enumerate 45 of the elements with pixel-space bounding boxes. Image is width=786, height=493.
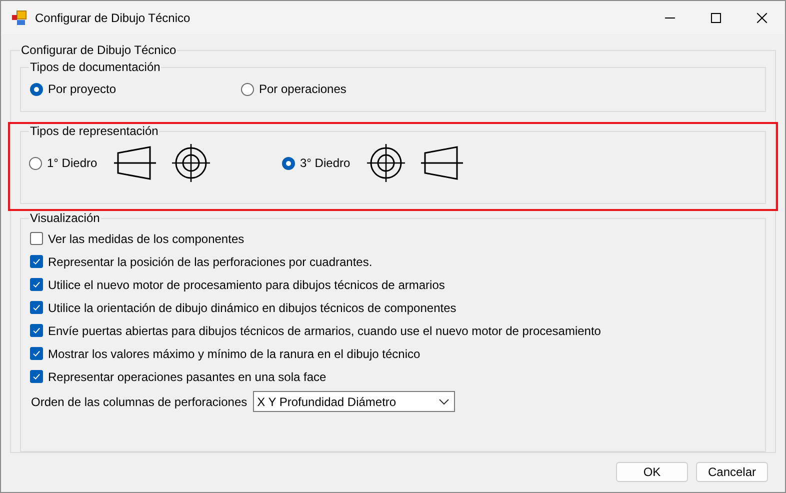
radio-button[interactable] [29, 156, 42, 170]
checkbox[interactable] [30, 278, 43, 291]
checkbox[interactable] [30, 255, 43, 268]
checkbox[interactable] [30, 301, 43, 314]
radio-label: Por proyecto [48, 81, 116, 98]
check-icon [32, 280, 41, 289]
radio-button[interactable] [282, 156, 295, 170]
checkbox[interactable] [30, 347, 43, 360]
side-view-drawing [421, 146, 463, 180]
radio-button[interactable] [30, 82, 43, 96]
check-icon [32, 257, 41, 266]
checkbox[interactable] [30, 232, 43, 245]
radio-label: 1° Diedro [47, 155, 98, 172]
checkbox-label: Utilice el nuevo motor de procesamiento para dibujos técnicos de armarios [48, 276, 445, 294]
check-icon [32, 349, 41, 358]
checkbox-label: Utilice la orientación de dibujo dinámico en dibujos técnicos de componentes [48, 300, 456, 316]
checkbox-label: Ver las medidas de los componentes [48, 230, 244, 248]
front-view-drawing [367, 144, 405, 182]
front-view-drawing [172, 144, 210, 182]
check-icon [32, 303, 41, 312]
chevron-down-icon [439, 398, 450, 404]
dialog-button[interactable]: OK [616, 462, 688, 482]
checkbox-label: Mostrar los valores máximo y mínimo de la ranura en el dibujo técnico [48, 346, 420, 362]
dropdown[interactable]: X Y Profundidad Diámetro [253, 391, 456, 412]
checkbox-label: Representar la posición de las perforaciones por cuadrantes. [48, 254, 372, 270]
check-icon [32, 372, 41, 381]
radio-label: 3° Diedro [300, 155, 350, 172]
group-title: Configurar de Dibujo Técnico [20, 43, 178, 57]
app-icon [11, 10, 27, 26]
window-title: Configurar de Dibujo Técnico [35, 10, 190, 26]
dialog-button[interactable]: Cancelar [696, 462, 768, 482]
checkbox-label: Envíe puertas abiertas para dibujos técnicos de armarios, cuando use el nuevo motor de procesamiento [48, 322, 601, 340]
group-title: Tipos de documentación [29, 60, 162, 74]
close-icon [757, 12, 767, 22]
checkbox[interactable] [30, 370, 43, 383]
side-view-drawing [114, 146, 156, 180]
maximize-icon [711, 12, 721, 22]
check-icon [32, 326, 41, 335]
radio-button[interactable] [241, 82, 254, 96]
checkbox-label: Representar operaciones pasantes en una sola face [48, 368, 326, 386]
radio-label: Por operaciones [259, 81, 346, 98]
checkbox[interactable] [30, 324, 43, 337]
group-title: Visualización [29, 211, 101, 225]
group-title: Tipos de representación [29, 124, 160, 138]
field-label: Orden de las columnas de perforaciones [31, 394, 248, 410]
